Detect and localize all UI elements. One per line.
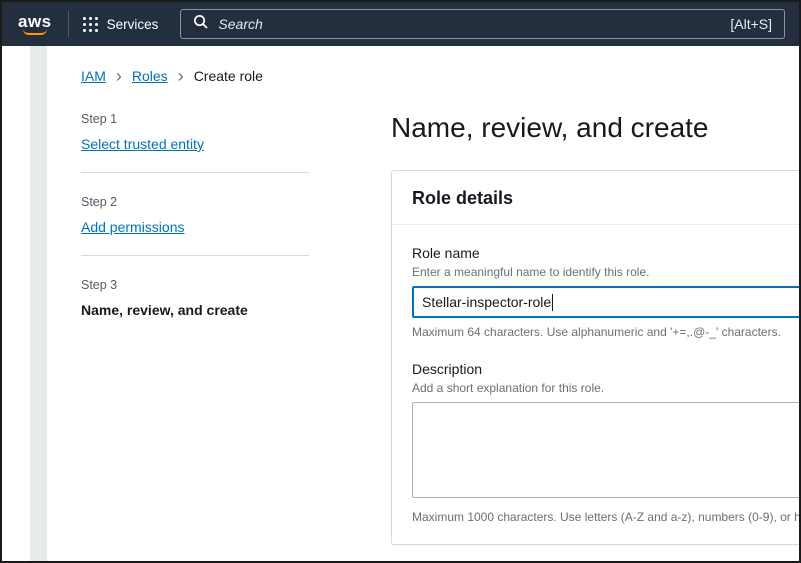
- services-menu-button[interactable]: Services: [83, 17, 159, 32]
- step-number: Step 1: [81, 112, 309, 126]
- search-keyboard-shortcut: [Alt+S]: [730, 16, 772, 32]
- wizard-step-3: Step 3 Name, review, and create: [81, 256, 309, 338]
- breadcrumb-separator-icon: ›: [178, 69, 184, 83]
- role-name-label: Role name: [412, 245, 801, 261]
- nav-divider: [68, 11, 69, 37]
- breadcrumb-link-roles[interactable]: Roles: [132, 68, 168, 84]
- step-current-name-review-create: Name, review, and create: [81, 302, 248, 318]
- aws-logo[interactable]: aws: [18, 14, 52, 35]
- step-link-select-trusted-entity[interactable]: Select trusted entity: [81, 136, 204, 152]
- description-constraint-text: Maximum 1000 characters. Use letters (A-…: [412, 510, 801, 524]
- services-grid-icon: [83, 17, 98, 32]
- wizard-step-1: Step 1 Select trusted entity: [81, 106, 309, 173]
- page-title: Name, review, and create: [391, 112, 801, 144]
- role-name-input[interactable]: Stellar-inspector-role: [412, 286, 801, 318]
- role-details-header: Role details: [392, 171, 801, 225]
- description-field: Description Add a short explanation for …: [412, 361, 801, 524]
- breadcrumb-link-iam[interactable]: IAM: [81, 68, 106, 84]
- main-content: Name, review, and create Role details Ro…: [391, 102, 801, 545]
- breadcrumb-current-page: Create role: [194, 68, 263, 84]
- aws-logo-swoosh-icon: [23, 29, 47, 35]
- description-textarea[interactable]: [412, 402, 801, 498]
- aws-logo-text: aws: [18, 14, 52, 29]
- description-label: Description: [412, 361, 801, 377]
- step-link-add-permissions[interactable]: Add permissions: [81, 219, 185, 235]
- search-icon: [193, 14, 208, 34]
- wizard-step-2: Step 2 Add permissions: [81, 173, 309, 256]
- breadcrumb: IAM › Roles › Create role: [81, 68, 263, 84]
- services-label: Services: [107, 17, 159, 32]
- role-name-help-text: Enter a meaningful name to identify this…: [412, 265, 801, 279]
- role-details-body: Role name Enter a meaningful name to ide…: [392, 225, 801, 544]
- role-details-card: Role details Role name Enter a meaningfu…: [391, 170, 801, 545]
- search-input[interactable]: [218, 16, 720, 32]
- role-name-constraint-text: Maximum 64 characters. Use alphanumeric …: [412, 325, 801, 339]
- text-cursor: [552, 294, 553, 311]
- top-navigation-bar: aws Services [Alt+S]: [2, 2, 799, 46]
- step-number: Step 3: [81, 278, 309, 292]
- side-panel-strip: [30, 46, 47, 561]
- aws-console-window: aws Services [Alt+S] IAM › Roles ›: [0, 0, 801, 563]
- breadcrumb-separator-icon: ›: [116, 69, 122, 83]
- role-name-field: Role name Enter a meaningful name to ide…: [412, 245, 801, 339]
- step-number: Step 2: [81, 195, 309, 209]
- wizard-step-nav: Step 1 Select trusted entity Step 2 Add …: [81, 106, 309, 338]
- global-search-box[interactable]: [Alt+S]: [180, 9, 785, 39]
- role-name-value: Stellar-inspector-role: [422, 294, 551, 310]
- description-help-text: Add a short explanation for this role.: [412, 381, 801, 395]
